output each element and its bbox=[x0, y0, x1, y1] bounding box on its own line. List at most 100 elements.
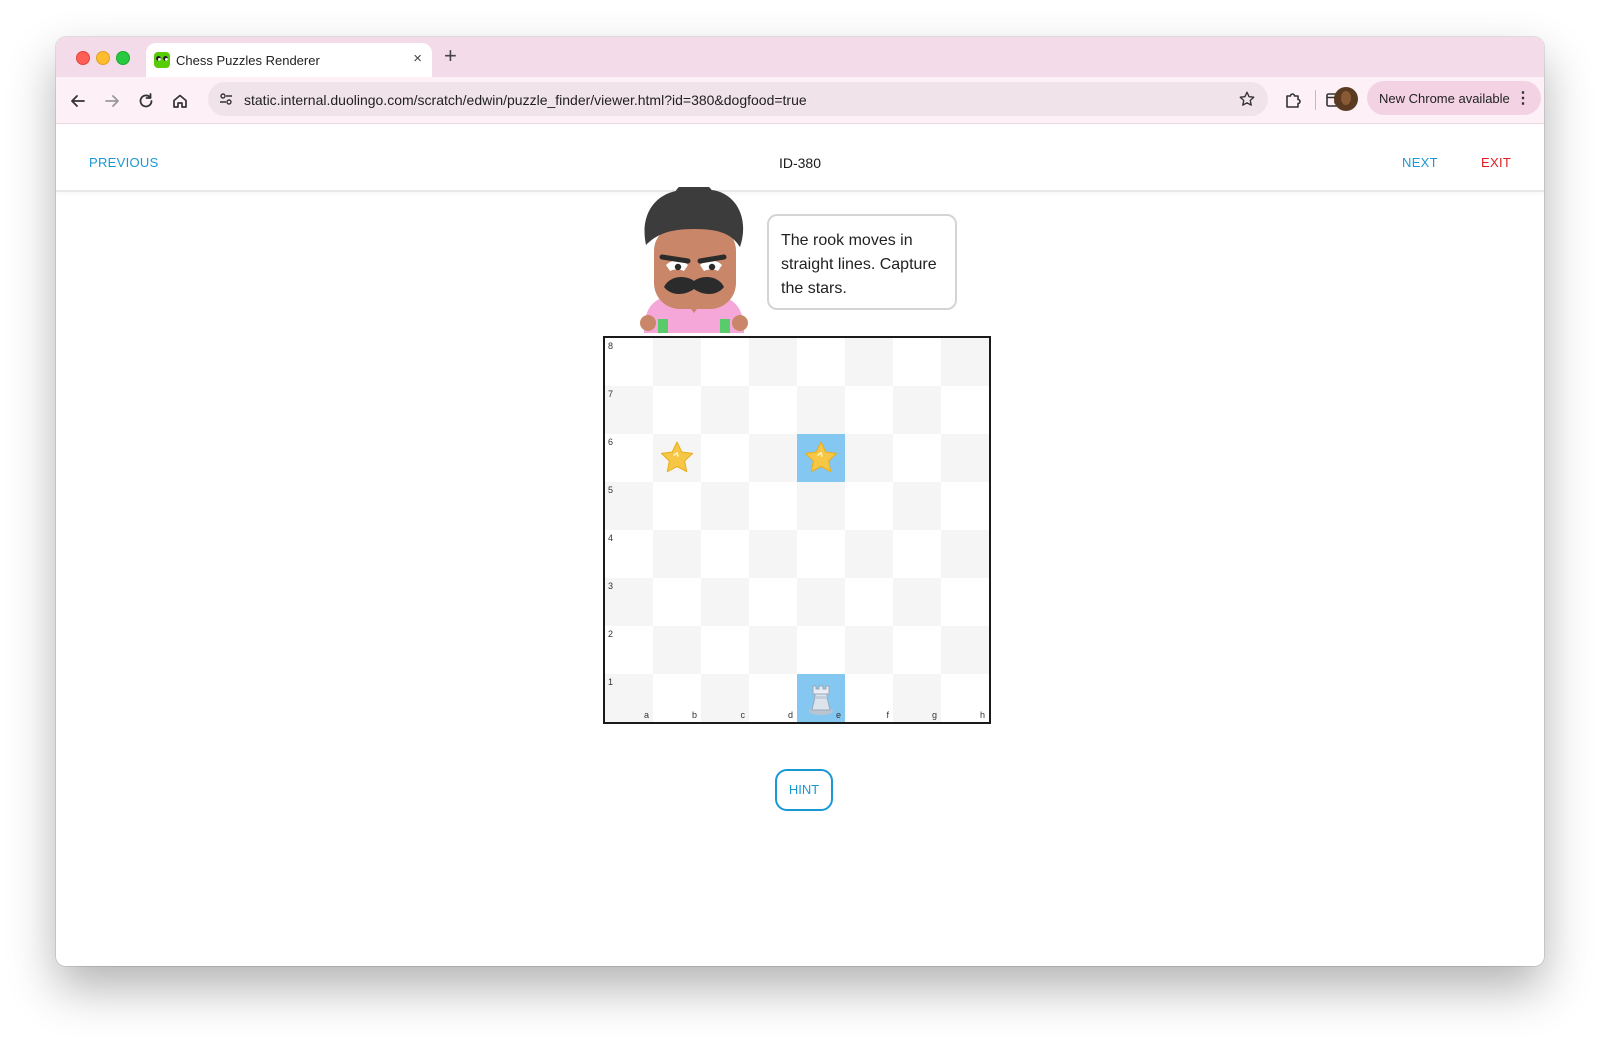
white-rook-piece-icon[interactable] bbox=[803, 680, 839, 716]
tab-strip: Chess Puzzles Renderer × + bbox=[56, 37, 1544, 77]
square-e7[interactable] bbox=[797, 386, 845, 434]
square-a2[interactable]: 2 bbox=[605, 626, 653, 674]
square-b1[interactable]: b bbox=[653, 674, 701, 722]
square-d7[interactable] bbox=[749, 386, 797, 434]
square-h5[interactable] bbox=[941, 482, 989, 530]
square-b5[interactable] bbox=[653, 482, 701, 530]
square-c3[interactable] bbox=[701, 578, 749, 626]
square-g8[interactable] bbox=[893, 338, 941, 386]
tab-close-icon[interactable]: × bbox=[413, 50, 422, 67]
square-d1[interactable]: d bbox=[749, 674, 797, 722]
forward-arrow-icon[interactable] bbox=[102, 91, 122, 111]
square-f7[interactable] bbox=[845, 386, 893, 434]
square-a6[interactable]: 6 bbox=[605, 434, 653, 482]
file-label: b bbox=[691, 710, 697, 720]
square-b7[interactable] bbox=[653, 386, 701, 434]
close-window-button[interactable] bbox=[76, 51, 90, 65]
browser-window: Chess Puzzles Renderer × + static.intern… bbox=[56, 37, 1544, 966]
square-f2[interactable] bbox=[845, 626, 893, 674]
square-b2[interactable] bbox=[653, 626, 701, 674]
square-h3[interactable] bbox=[941, 578, 989, 626]
hint-button[interactable]: HINT bbox=[775, 769, 833, 811]
square-d3[interactable] bbox=[749, 578, 797, 626]
square-g7[interactable] bbox=[893, 386, 941, 434]
square-e6[interactable] bbox=[797, 434, 845, 482]
square-c6[interactable] bbox=[701, 434, 749, 482]
rank-label: 8 bbox=[608, 341, 614, 351]
address-bar[interactable]: static.internal.duolingo.com/scratch/edw… bbox=[208, 82, 1268, 116]
square-g5[interactable] bbox=[893, 482, 941, 530]
square-h1[interactable]: h bbox=[941, 674, 989, 722]
square-f4[interactable] bbox=[845, 530, 893, 578]
square-g6[interactable] bbox=[893, 434, 941, 482]
square-c8[interactable] bbox=[701, 338, 749, 386]
star-icon[interactable] bbox=[803, 440, 839, 476]
square-c1[interactable]: c bbox=[701, 674, 749, 722]
rank-label: 6 bbox=[608, 437, 614, 447]
square-d8[interactable] bbox=[749, 338, 797, 386]
browser-tab[interactable]: Chess Puzzles Renderer × bbox=[146, 43, 432, 77]
square-h8[interactable] bbox=[941, 338, 989, 386]
site-settings-icon[interactable] bbox=[218, 91, 234, 107]
page-content: PREVIOUS ID-380 NEXT EXIT The rook moves… bbox=[56, 124, 1544, 966]
square-a5[interactable]: 5 bbox=[605, 482, 653, 530]
square-c7[interactable] bbox=[701, 386, 749, 434]
square-c4[interactable] bbox=[701, 530, 749, 578]
square-b8[interactable] bbox=[653, 338, 701, 386]
square-e4[interactable] bbox=[797, 530, 845, 578]
square-h2[interactable] bbox=[941, 626, 989, 674]
square-f3[interactable] bbox=[845, 578, 893, 626]
rank-label: 5 bbox=[608, 485, 614, 495]
square-b6[interactable] bbox=[653, 434, 701, 482]
back-arrow-icon[interactable] bbox=[68, 91, 88, 111]
square-e5[interactable] bbox=[797, 482, 845, 530]
square-g3[interactable] bbox=[893, 578, 941, 626]
square-e8[interactable] bbox=[797, 338, 845, 386]
home-icon[interactable] bbox=[170, 91, 190, 111]
square-e2[interactable] bbox=[797, 626, 845, 674]
square-h4[interactable] bbox=[941, 530, 989, 578]
previous-link[interactable]: PREVIOUS bbox=[89, 155, 159, 170]
square-h7[interactable] bbox=[941, 386, 989, 434]
chrome-update-button[interactable]: New Chrome available ⋮ bbox=[1367, 81, 1541, 115]
square-f8[interactable] bbox=[845, 338, 893, 386]
square-a7[interactable]: 7 bbox=[605, 386, 653, 434]
file-label: a bbox=[643, 710, 649, 720]
square-c5[interactable] bbox=[701, 482, 749, 530]
square-d4[interactable] bbox=[749, 530, 797, 578]
square-a8[interactable]: 8 bbox=[605, 338, 653, 386]
bookmark-star-icon[interactable] bbox=[1238, 90, 1256, 108]
square-d5[interactable] bbox=[749, 482, 797, 530]
square-d2[interactable] bbox=[749, 626, 797, 674]
square-g1[interactable]: g bbox=[893, 674, 941, 722]
exit-link[interactable]: EXIT bbox=[1481, 155, 1511, 170]
update-label: New Chrome available bbox=[1379, 91, 1510, 106]
square-g4[interactable] bbox=[893, 530, 941, 578]
file-label: f bbox=[886, 710, 889, 720]
extensions-puzzle-icon[interactable] bbox=[1282, 89, 1304, 111]
square-b4[interactable] bbox=[653, 530, 701, 578]
square-e3[interactable] bbox=[797, 578, 845, 626]
square-a4[interactable]: 4 bbox=[605, 530, 653, 578]
square-g2[interactable] bbox=[893, 626, 941, 674]
square-f1[interactable]: f bbox=[845, 674, 893, 722]
square-a1[interactable]: 1a bbox=[605, 674, 653, 722]
star-icon[interactable] bbox=[659, 440, 695, 476]
square-b3[interactable] bbox=[653, 578, 701, 626]
new-tab-button[interactable]: + bbox=[444, 43, 457, 69]
maximize-window-button[interactable] bbox=[116, 51, 130, 65]
url-text[interactable]: static.internal.duolingo.com/scratch/edw… bbox=[244, 92, 807, 108]
square-d6[interactable] bbox=[749, 434, 797, 482]
reload-icon[interactable] bbox=[136, 91, 156, 111]
square-c2[interactable] bbox=[701, 626, 749, 674]
square-h6[interactable] bbox=[941, 434, 989, 482]
square-f5[interactable] bbox=[845, 482, 893, 530]
file-label: h bbox=[979, 710, 985, 720]
more-menu-icon[interactable]: ⋮ bbox=[1515, 88, 1531, 108]
square-a3[interactable]: 3 bbox=[605, 578, 653, 626]
square-f6[interactable] bbox=[845, 434, 893, 482]
minimize-window-button[interactable] bbox=[96, 51, 110, 65]
profile-avatar[interactable] bbox=[1334, 87, 1358, 111]
next-link[interactable]: NEXT bbox=[1402, 155, 1438, 170]
square-e1[interactable]: e bbox=[797, 674, 845, 722]
